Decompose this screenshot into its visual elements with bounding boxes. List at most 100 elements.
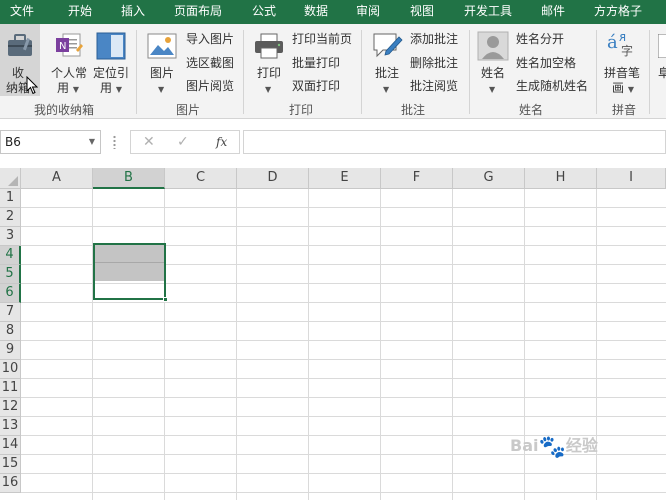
resize-handle[interactable] <box>113 135 116 149</box>
row-header-4[interactable]: 4 <box>0 246 21 265</box>
select-all-button[interactable] <box>0 168 21 189</box>
dropdown-arrow-icon: ▼ <box>383 85 390 94</box>
column-header-f[interactable]: F <box>381 168 453 189</box>
pinyin-stroke-label-1: 拼音笔 <box>604 66 641 80</box>
group-label-print: 打印 <box>289 103 314 117</box>
name-label: 姓名 <box>481 66 506 80</box>
watermark-text-2: 经验 <box>565 436 598 455</box>
print-current-page-label: 打印当前页 <box>292 32 353 46</box>
group-separator <box>361 30 362 114</box>
group-separator <box>649 30 650 114</box>
personal-common-label-1: 个人常 <box>51 66 88 80</box>
group-separator <box>469 30 470 114</box>
region-screenshot-label: 选区截图 <box>186 56 235 70</box>
row-header-5[interactable]: 5 <box>0 265 21 284</box>
dropdown-arrow-icon: ▼ <box>158 85 165 94</box>
row-header-1[interactable]: 1 <box>0 189 21 208</box>
row-header-2[interactable]: 2 <box>0 208 21 227</box>
picture-browse-label: 图片阅览 <box>186 79 235 93</box>
cutoff-group-icon <box>658 34 666 58</box>
storage-box-label-1: 收 <box>12 66 25 80</box>
group-label-picture: 图片 <box>176 103 201 117</box>
row-header-3[interactable]: 3 <box>0 227 21 246</box>
name-box[interactable]: B6 ▼ <box>0 130 101 154</box>
tab-view[interactable]: 视图 <box>410 0 434 24</box>
delete-comment-label: 删除批注 <box>410 56 459 70</box>
formula-buttons: ✕ ✓ fx <box>130 130 240 154</box>
cutoff-group-label: 阜 <box>658 66 666 80</box>
svg-text:N: N <box>59 41 66 52</box>
row-header-6[interactable]: 6 <box>0 284 21 303</box>
column-header-i[interactable]: I <box>597 168 666 189</box>
confirm-icon[interactable]: ✓ <box>177 134 189 150</box>
row-header-15[interactable]: 15 <box>0 455 21 474</box>
row-header-10[interactable]: 10 <box>0 360 21 379</box>
locate-reference-icon <box>96 32 126 60</box>
locate-reference-button[interactable]: 定位引 用 ▼ <box>90 24 132 96</box>
dropdown-arrow-icon: ▼ <box>265 85 272 94</box>
toolbox-icon <box>8 34 32 56</box>
name-box-value: B6 <box>5 135 21 149</box>
row-header-11[interactable]: 11 <box>0 379 21 398</box>
cancel-icon[interactable]: ✕ <box>143 134 155 150</box>
personal-common-button[interactable]: N 个人常 用 ▼ <box>48 24 90 96</box>
row-header-14[interactable]: 14 <box>0 436 21 455</box>
print-button[interactable]: 打印 ▼ <box>249 24 289 96</box>
chevron-down-icon[interactable]: ▼ <box>89 137 95 146</box>
column-header-b[interactable]: B <box>93 168 165 189</box>
tab-home[interactable]: 开始 <box>68 0 92 24</box>
column-header-e[interactable]: E <box>309 168 381 189</box>
tab-insert[interactable]: 插入 <box>121 0 145 24</box>
menu-bar: 文件 开始 插入 页面布局 公式 数据 审阅 视图 开发工具 邮件 方方格子 <box>0 0 666 24</box>
tab-review[interactable]: 审阅 <box>356 0 380 24</box>
column-header-c[interactable]: C <box>165 168 237 189</box>
tab-mailings[interactable]: 邮件 <box>541 0 565 24</box>
random-name-label: 生成随机姓名 <box>516 79 589 93</box>
tab-developer[interactable]: 开发工具 <box>464 0 512 24</box>
comment-label: 批注 <box>375 66 400 80</box>
tab-fangfang[interactable]: 方方格子 <box>594 0 642 24</box>
row-header-9[interactable]: 9 <box>0 341 21 360</box>
printer-icon <box>255 33 283 59</box>
dropdown-arrow-icon: ▼ <box>489 85 496 94</box>
pinyin-stroke-button[interactable]: á ᴙ 字 拼音笔 画 ▼ <box>600 24 646 96</box>
name-button[interactable]: 姓名 ▼ <box>474 24 512 96</box>
import-picture-label: 导入图片 <box>186 32 235 46</box>
tab-file[interactable]: 文件 <box>10 0 34 24</box>
add-comment-label: 添加批注 <box>410 32 459 46</box>
comment-button[interactable]: 批注 ▼ <box>367 24 407 96</box>
picture-button[interactable]: 图片 ▼ <box>142 24 182 96</box>
formula-input[interactable] <box>243 130 666 154</box>
insert-function-icon[interactable]: fx <box>216 135 227 149</box>
tab-page-layout[interactable]: 页面布局 <box>174 0 222 24</box>
picture-icon <box>147 33 177 59</box>
row-header-16[interactable]: 16 <box>0 474 21 493</box>
group-label-pinyin: 拼音 <box>612 103 637 117</box>
batch-print-label: 批量打印 <box>292 56 341 70</box>
row-header-7[interactable]: 7 <box>0 303 21 322</box>
comment-pen-icon <box>373 33 403 58</box>
row-header-13[interactable]: 13 <box>0 417 21 436</box>
dropdown-arrow-icon: ▼ <box>115 85 122 94</box>
fill-handle[interactable] <box>163 297 168 302</box>
paw-icon: 🐾 <box>538 435 566 460</box>
row-header-12[interactable]: 12 <box>0 398 21 417</box>
column-header-d[interactable]: D <box>237 168 309 189</box>
group-separator <box>136 30 137 114</box>
mouse-cursor-icon <box>26 76 38 95</box>
group-label-storage: 我的收纳箱 <box>34 103 95 117</box>
baidu-watermark: Bai🐾经验 <box>510 432 598 460</box>
cutoff-ribbon-button[interactable]: 阜 <box>654 24 666 96</box>
column-header-a[interactable]: A <box>21 168 93 189</box>
column-header-h[interactable]: H <box>525 168 597 189</box>
name-add-space-label: 姓名加空格 <box>516 56 577 70</box>
group-label-name: 姓名 <box>519 103 544 117</box>
pinyin-glyph-a: á <box>607 32 618 53</box>
column-header-g[interactable]: G <box>453 168 525 189</box>
selection-range[interactable] <box>93 243 166 300</box>
ribbon: 收 纳箱 N 个人常 用 ▼ 定位引 用 ▼ 我的收纳箱 图片 ▼ 导入图片 选… <box>0 24 666 119</box>
pinyin-stroke-label-2: 画 <box>612 81 625 95</box>
tab-formulas[interactable]: 公式 <box>252 0 276 24</box>
tab-data[interactable]: 数据 <box>304 0 328 24</box>
row-header-8[interactable]: 8 <box>0 322 21 341</box>
